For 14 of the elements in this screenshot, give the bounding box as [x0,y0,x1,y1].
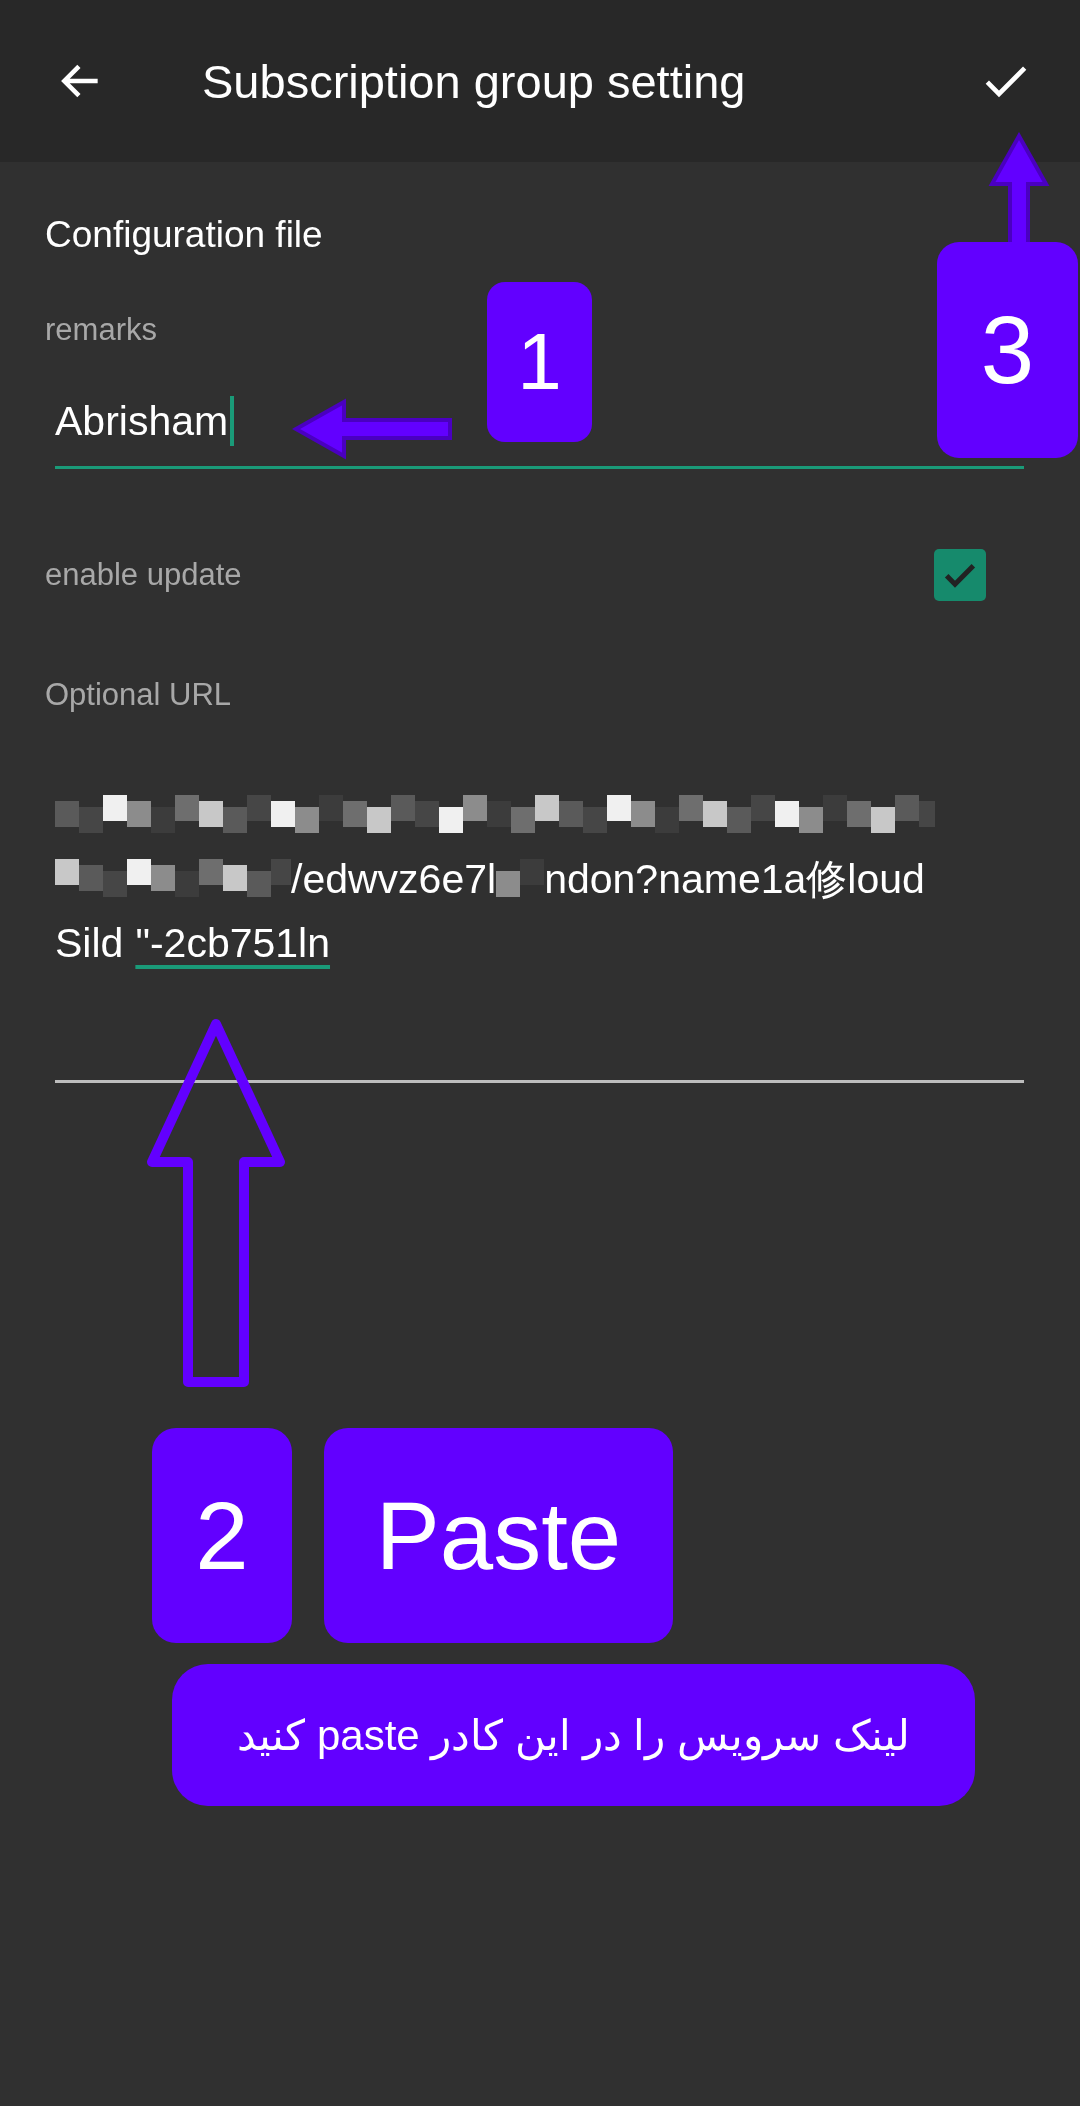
callout-label: 2 [152,1428,292,1643]
section-title: Configuration file [45,214,324,256]
optional-url-label: Optional URL [45,677,233,713]
callout-label: لینک سرویس را در این کادر paste کنید [172,1664,975,1806]
remarks-input-field[interactable]: Abrisham [55,396,235,446]
callout-label: Paste [324,1428,673,1643]
screen-title: Subscription group setting [201,53,747,109]
url-input-field[interactable]: /edwvz6e7l ndon?name1a修loud Sild "-2cb751ln [55,761,1024,1083]
pixelated-redaction [496,859,545,899]
remarks-label: remarks [45,312,158,348]
enable-update-checkbox[interactable] [934,549,986,601]
callout-label: 1 [487,282,592,442]
enable-update-label: enable update [45,557,242,593]
callout-label: 3 [937,242,1078,458]
